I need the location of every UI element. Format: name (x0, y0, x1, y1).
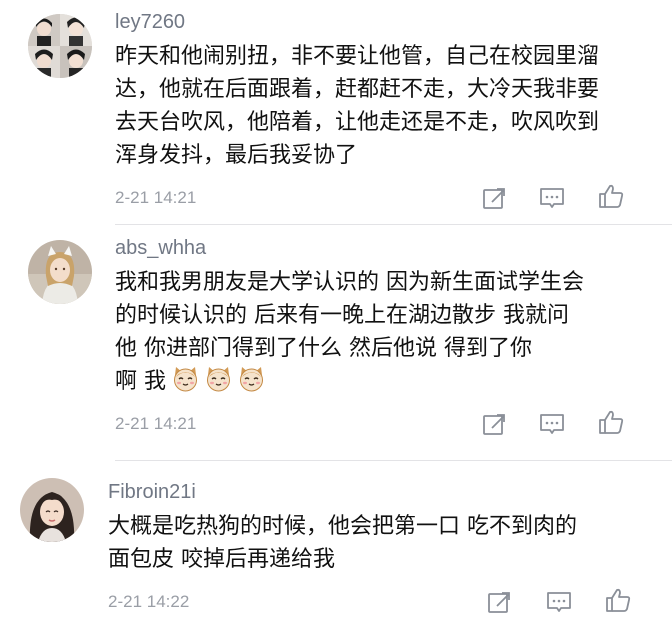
comment-line: 浑身发抖，最后我妥协了 (115, 143, 358, 168)
username[interactable]: ley7260 (115, 12, 185, 32)
avatar[interactable] (28, 240, 92, 304)
username[interactable]: abs_whha (115, 238, 206, 258)
comment-text: 大概是吃热狗的时候，他会把第一口 吃不到肉的 面包皮 咬掉后再递给我 (108, 510, 577, 576)
divider (115, 224, 672, 225)
comment-item: Fibroin21i 大概是吃热狗的时候，他会把第一口 吃不到肉的 面包皮 咬掉… (0, 462, 672, 626)
comment-line: 我和我男朋友是大学认识的 因为新生面试学生会 (115, 270, 584, 295)
comment-item: abs_whha 我和我男朋友是大学认识的 因为新生面试学生会 的时候认识的 后… (0, 226, 672, 466)
reply-icon[interactable] (538, 184, 566, 212)
comment-line: 啊 我 (115, 369, 166, 394)
comment-timestamp: 2-21 14:21 (115, 188, 197, 207)
cat-emoji-icon (205, 365, 232, 392)
avatar[interactable] (20, 478, 84, 542)
thumbs-up-icon[interactable] (597, 182, 625, 210)
comment-line: 的时候认识的 后来有一晚上在湖边散步 我就问 (115, 303, 569, 328)
share-icon[interactable] (480, 410, 508, 438)
comment-line: 面包皮 咬掉后再递给我 (108, 547, 335, 572)
share-icon[interactable] (480, 184, 508, 212)
username[interactable]: Fibroin21i (108, 482, 196, 502)
comment-timestamp: 2-21 14:22 (108, 592, 190, 611)
avatar-photo-girl-cat-ears-icon (28, 240, 92, 304)
cat-emoji-icon (172, 365, 199, 392)
divider (115, 460, 672, 461)
comment-text: 昨天和他闹别扭，非不要让他管，自己在校园里溜 达，他就在后面跟着，赶都赶不走，大… (115, 40, 599, 172)
comment-line: 去天台吹风，他陪着，让他走还是不走，吹风吹到 (115, 110, 600, 135)
reply-icon[interactable] (545, 588, 573, 616)
thumbs-up-icon[interactable] (604, 586, 632, 614)
cat-emoji-icon (238, 365, 265, 392)
reply-icon[interactable] (538, 410, 566, 438)
share-icon[interactable] (485, 588, 513, 616)
avatar-photo-girl-icon (20, 478, 84, 542)
comment-line: 昨天和他闹别扭，非不要让他管，自己在校园里溜 (115, 44, 600, 69)
avatar-photo-grid-icon (28, 14, 92, 78)
thumbs-up-icon[interactable] (597, 408, 625, 436)
comment-item: ley7260 昨天和他闹别扭，非不要让他管，自己在校园里溜 达，他就在后面跟着… (0, 0, 672, 226)
comment-text: 我和我男朋友是大学认识的 因为新生面试学生会 的时候认识的 后来有一晚上在湖边散… (115, 266, 584, 398)
comment-timestamp: 2-21 14:21 (115, 414, 197, 433)
avatar[interactable] (28, 14, 92, 78)
comment-line-with-emoji: 啊 我 (115, 365, 584, 398)
comment-line: 达，他就在后面跟着，赶都赶不走，大冷天我非要 (115, 77, 600, 102)
comment-line: 大概是吃热狗的时候，他会把第一口 吃不到肉的 (108, 514, 577, 539)
comment-line: 他 你进部门得到了什么 然后他说 得到了你 (115, 336, 532, 361)
